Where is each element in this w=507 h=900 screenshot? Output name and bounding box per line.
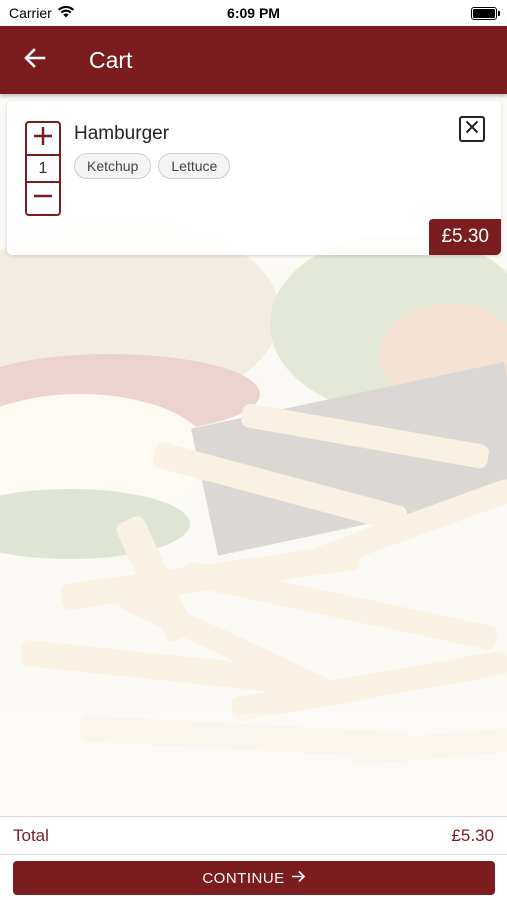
quantity-stepper: 1 (25, 121, 61, 216)
decrease-quantity-button[interactable] (27, 183, 59, 214)
arrow-right-icon (291, 870, 306, 887)
option-tag: Ketchup (74, 153, 152, 179)
app-header: Cart (0, 26, 507, 94)
item-price: £5.30 (429, 219, 501, 255)
status-left: Carrier (9, 5, 75, 21)
minus-icon (33, 186, 53, 211)
status-time: 6:09 PM (227, 5, 280, 21)
option-tag: Lettuce (158, 153, 231, 179)
total-label: Total (13, 825, 49, 845)
plus-icon (33, 126, 53, 151)
item-options: Ketchup Lettuce (74, 153, 231, 179)
cart-item-card: 1 Hamburger Ketchup Lettuce £5.30 (7, 101, 501, 255)
remove-item-button[interactable] (459, 116, 485, 142)
battery-icon (471, 6, 500, 20)
item-name: Hamburger (74, 123, 170, 144)
back-button[interactable] (0, 26, 70, 94)
status-bar: Carrier 6:09 PM (0, 0, 507, 26)
page-title: Cart (89, 46, 133, 73)
increase-quantity-button[interactable] (27, 123, 59, 154)
total-value: £5.30 (451, 825, 494, 845)
carrier-label: Carrier (9, 5, 52, 21)
quantity-value: 1 (27, 154, 59, 183)
close-icon (465, 120, 479, 139)
cart-footer: Total £5.30 CONTINUE (0, 816, 507, 900)
continue-button[interactable]: CONTINUE (13, 861, 495, 895)
arrow-left-icon (24, 47, 46, 73)
total-row: Total £5.30 (0, 817, 507, 855)
wifi-icon (57, 5, 75, 21)
continue-label: CONTINUE (202, 869, 285, 887)
